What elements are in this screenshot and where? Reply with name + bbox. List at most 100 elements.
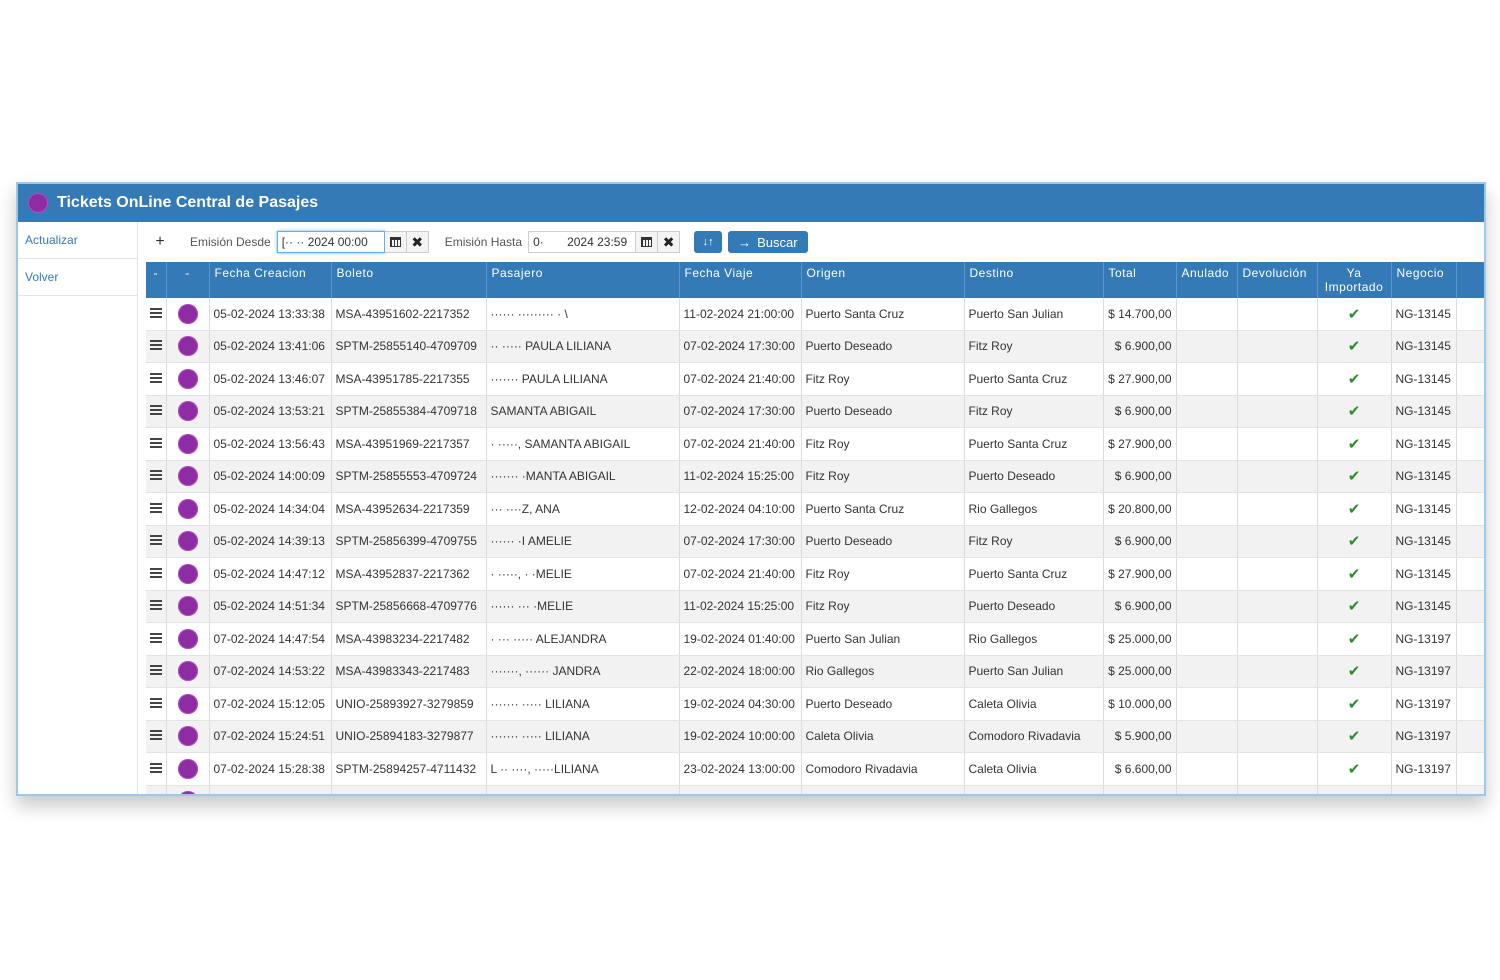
row-menu-cell[interactable] (146, 362, 167, 396)
cell-destino: Puerto San Julian (964, 298, 1104, 331)
emision-desde-clear-button[interactable]: ✖ (406, 231, 429, 253)
row-menu-cell[interactable] (146, 525, 167, 558)
row-menu-cell[interactable] (146, 460, 167, 493)
sidebar: Actualizar Volver (18, 222, 138, 794)
col-header-devolucion[interactable]: Devolución (1237, 262, 1318, 298)
sort-button[interactable]: ↓↑ (694, 231, 723, 253)
table-row[interactable]: 05-02-2024 14:00:09 SPTM-25855553-4709724… (146, 460, 1484, 493)
row-menu-cell[interactable] (146, 395, 167, 428)
row-menu-cell[interactable] (146, 655, 167, 688)
calendar-icon (641, 237, 653, 247)
col-header-fecha-creacion[interactable]: Fecha Creacion (209, 262, 332, 298)
menu-icon[interactable] (150, 697, 162, 708)
central-pasajes-logo (177, 303, 198, 324)
table-row[interactable]: 05-02-2024 14:47:12 MSA-43952837-2217362 ·… (146, 557, 1484, 591)
menu-icon[interactable] (150, 632, 162, 643)
table-row[interactable]: 05-02-2024 13:33:38 MSA-43951602-2217352 ·… (146, 298, 1484, 331)
col-header-destino[interactable]: Destino (964, 262, 1104, 298)
row-menu-cell[interactable] (146, 590, 167, 623)
cell-anulado (1176, 720, 1238, 753)
col-header-menu[interactable]: - (146, 262, 167, 298)
row-menu-cell[interactable] (146, 720, 167, 753)
table-row[interactable]: 05-02-2024 14:34:04 MSA-43952634-2217359 ·… (146, 492, 1484, 526)
row-menu-cell[interactable] (146, 557, 167, 591)
menu-icon[interactable] (150, 762, 162, 773)
col-header-ya-importado[interactable]: Ya Importado (1317, 262, 1392, 298)
cell-destino: Rio Gallegos (964, 622, 1104, 656)
menu-icon[interactable] (150, 600, 162, 611)
cell-extra (1456, 395, 1484, 428)
cell-total: $ 6.900,00 (1103, 330, 1177, 363)
emision-hasta-label: Emisión Hasta (444, 235, 523, 249)
cell-destino: Caleta Olivia (964, 687, 1104, 721)
table-row[interactable]: 05-02-2024 14:39:13 SPTM-25856399-4709755… (146, 525, 1484, 558)
col-header-pasajero[interactable]: Pasajero (486, 262, 680, 298)
menu-icon[interactable] (150, 437, 162, 448)
cell-total: $ 20.800,00 (1103, 492, 1177, 526)
col-header-anulado[interactable]: Anulado (1176, 262, 1238, 298)
cell-anulado (1176, 525, 1238, 558)
col-header-origen[interactable]: Origen (801, 262, 965, 298)
row-menu-cell[interactable] (146, 785, 167, 794)
emision-hasta-clear-button[interactable]: ✖ (658, 231, 681, 253)
menu-icon[interactable] (150, 567, 162, 578)
cell-destino: Rio Gallegos (964, 492, 1104, 526)
cell-boleto: SPTM-25856399-4709755 (331, 525, 487, 558)
central-pasajes-logo (177, 531, 198, 552)
cell-anulado (1176, 590, 1238, 623)
sidebar-item-actualizar[interactable]: Actualizar (18, 222, 137, 259)
emision-hasta-calendar-button[interactable] (636, 231, 659, 253)
menu-icon[interactable] (150, 502, 162, 513)
table-row[interactable]: 07-02-2024 14:53:22 MSA-43983343-2217483 ·… (146, 655, 1484, 688)
central-pasajes-logo (177, 563, 198, 584)
table-row[interactable]: 05-02-2024 13:41:06 SPTM-25855140-4709709… (146, 330, 1484, 363)
add-button[interactable]: + (146, 233, 174, 251)
col-header-total[interactable]: Total (1103, 262, 1177, 298)
menu-icon[interactable] (150, 405, 162, 416)
table-row[interactable]: 07-02-2024 15:24:51 UNIO-25894183-3279877… (146, 720, 1484, 753)
menu-icon[interactable] (150, 340, 162, 351)
cell-extra (1456, 427, 1484, 461)
row-menu-cell[interactable] (146, 622, 167, 656)
col-header-logo[interactable]: - (166, 262, 210, 298)
table-row[interactable]: 05-02-2024 14:51:34 SPTM-25856668-4709776… (146, 590, 1484, 623)
menu-icon[interactable] (150, 307, 162, 318)
table-row[interactable]: 07-02-2024 15:28:38 SPTM-25894257-4711432… (146, 752, 1484, 786)
cell-origen: Fitz Roy (801, 557, 965, 591)
cell-fecha: 05-02-2024 14:39:13 (209, 525, 332, 558)
check-icon: ✔ (1347, 500, 1361, 518)
table-row[interactable]: 07-02-2024 15:12:05 UNIO-25893927-3279859… (146, 687, 1484, 721)
menu-icon[interactable] (150, 730, 162, 741)
emision-hasta-input[interactable] (528, 231, 637, 253)
cell-extra (1456, 590, 1484, 623)
table-row[interactable]: 05-02-2024 13:46:07 MSA-43951785-2217355 ·… (146, 362, 1484, 396)
menu-icon[interactable] (150, 665, 162, 676)
buscar-button[interactable]: → Buscar (728, 231, 808, 253)
cell-pasajero: · ·····, SAMANTA ABIGAIL (486, 427, 680, 461)
col-header-fecha-viaje[interactable]: Fecha Viaje (679, 262, 802, 298)
table-row[interactable]: 05-02-2024 13:53:21 SPTM-25855384-4709718… (146, 395, 1484, 428)
cell-anulado (1176, 330, 1238, 363)
sidebar-item-volver[interactable]: Volver (18, 259, 137, 296)
row-menu-cell[interactable] (146, 298, 167, 331)
row-menu-cell[interactable] (146, 687, 167, 721)
cell-destino: Puerto Deseado (964, 785, 1104, 794)
row-menu-cell[interactable] (146, 427, 167, 461)
tickets-table-container[interactable]: - - Fecha Creacion Boleto Pasajero Fecha… (146, 262, 1484, 794)
col-header-boleto[interactable]: Boleto (331, 262, 487, 298)
emision-desde-input[interactable] (276, 231, 385, 253)
table-row[interactable]: 07-02-2024 14:47:54 MSA-43983234-2217482 ·… (146, 622, 1484, 656)
row-menu-cell[interactable] (146, 330, 167, 363)
menu-icon[interactable] (150, 470, 162, 481)
calendar-icon (389, 237, 401, 247)
row-menu-cell[interactable] (146, 752, 167, 786)
close-icon: ✖ (662, 234, 675, 250)
table-row[interactable]: 05-02-2024 13:56:43 MSA-43951969-2217357 ·… (146, 427, 1484, 461)
menu-icon[interactable] (150, 372, 162, 383)
table-row[interactable]: 07-02-2024 15:31:23SPTM-25894322-4711434… (146, 785, 1484, 794)
emision-desde-calendar-button[interactable] (384, 231, 407, 253)
row-menu-cell[interactable] (146, 492, 167, 526)
menu-icon[interactable] (150, 535, 162, 546)
col-header-negocio[interactable]: Negocio (1391, 262, 1457, 298)
filter-toolbar: + Emisión Desde ✖ Emisión Hasta ✖ ↓↑ → Bu… (146, 222, 1484, 262)
